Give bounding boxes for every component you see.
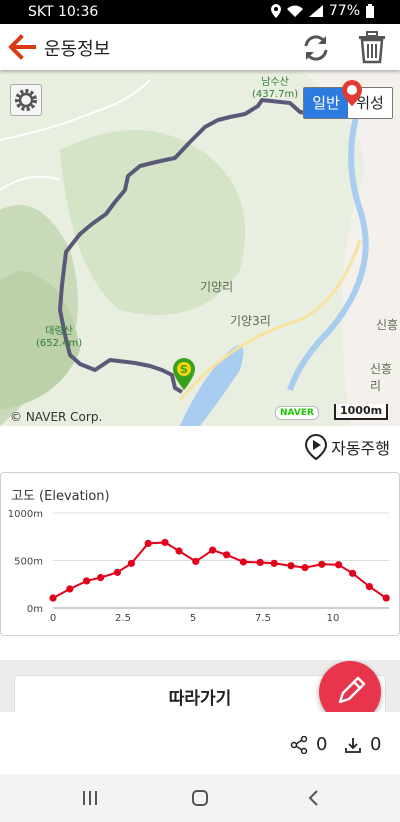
elevation-point [161, 538, 169, 547]
peak-height: (652.4m) [36, 338, 83, 349]
wifi-icon [286, 5, 303, 17]
elevation-point [382, 594, 390, 602]
map-background [0, 70, 400, 426]
x-tick-label: 10 [327, 613, 340, 624]
start-marker-icon[interactable]: S [172, 358, 196, 390]
elevation-point [335, 561, 343, 569]
y-tick-label: 0m [27, 604, 43, 615]
place-label-giyangri: 기양리 [200, 280, 234, 294]
nav-back-icon[interactable] [304, 788, 324, 808]
download-icon [345, 737, 361, 753]
route-map[interactable]: 일반 위성 남수산 (437.7m) 대령산 (652.4m) 기양리 기양3리… [0, 70, 400, 426]
y-tick-label: 1000m [8, 509, 43, 520]
elevation-point [239, 558, 247, 566]
place-label-giyang3ri: 기양3리 [230, 314, 271, 328]
location-icon [270, 4, 281, 18]
elevation-point [318, 560, 326, 568]
trash-icon[interactable] [356, 30, 388, 64]
system-nav-bar [0, 774, 400, 822]
elevation-panel: 고도 (Elevation) 0m 500m 1000m 0 2.5 5 7.5 10 [0, 472, 400, 636]
peak-name: 남수산 [261, 77, 289, 88]
share-icon [290, 735, 308, 754]
page-title: 운동정보 [44, 39, 111, 60]
peak-label-namsu: 남수산 (437.7m) [252, 77, 298, 101]
share-button[interactable]: 0 [290, 734, 327, 755]
status-bar: SKT 10:36 77% [0, 0, 400, 24]
battery-percent: 77% [328, 3, 360, 19]
place-label-sinheungri: 신흥리 [370, 362, 393, 393]
elevation-point [97, 574, 105, 582]
x-tick-label: 0 [50, 613, 56, 624]
elevation-point [175, 547, 183, 555]
y-tick-label: 500m [14, 557, 43, 568]
carrier-time: SKT 10:36 [28, 4, 99, 20]
elevation-point [192, 557, 200, 566]
x-tick-label: 7.5 [255, 613, 271, 624]
download-count: 0 [370, 734, 382, 755]
elevation-point [66, 585, 74, 593]
auto-drive-label: 자동주행 [331, 439, 390, 458]
share-count: 0 [316, 734, 328, 755]
elevation-point [349, 569, 357, 577]
action-bar: 0 0 [0, 712, 400, 774]
app-bar: 운동정보 [0, 24, 400, 70]
auto-drive-button[interactable]: 자동주행 [305, 434, 390, 460]
elevation-point [365, 583, 373, 591]
elevation-point [49, 594, 57, 602]
peak-name: 대령산 [45, 326, 73, 337]
start-marker-label: S [180, 363, 188, 376]
refresh-icon[interactable] [300, 32, 332, 64]
play-pin-icon [305, 434, 328, 460]
elevation-point [209, 546, 217, 554]
elevation-point [287, 562, 295, 570]
elevation-line [52, 541, 387, 599]
elevation-point [223, 551, 231, 559]
elevation-point [256, 558, 264, 566]
elevation-point [301, 564, 309, 572]
chart-title: 고도 (Elevation) [11, 489, 110, 504]
peak-label-daeryeong: 대령산 (652.4m) [36, 326, 82, 350]
x-tick-label: 5 [190, 613, 196, 624]
elevation-point [270, 559, 278, 567]
elevation-point [83, 577, 91, 585]
download-button[interactable]: 0 [344, 734, 381, 755]
naver-badge: NAVER [275, 406, 319, 420]
gear-icon [15, 89, 37, 111]
map-copyright: © NAVER Corp. [10, 410, 103, 424]
signal-icon [308, 5, 323, 17]
arrow-left-icon[interactable] [8, 34, 38, 60]
home-icon[interactable] [190, 788, 210, 808]
status-icons: 77% [270, 3, 374, 19]
elevation-point [113, 568, 121, 576]
end-marker-icon[interactable] [341, 80, 363, 106]
map-scale: 1000m [334, 404, 389, 420]
elevation-point [144, 539, 152, 547]
place-label-sinheung: 신흥 [376, 318, 399, 332]
map-settings-button[interactable] [10, 84, 42, 116]
battery-icon [366, 4, 374, 18]
elevation-point [127, 559, 135, 567]
peak-height: (437.7m) [252, 89, 299, 100]
recent-apps-icon[interactable] [80, 788, 100, 808]
x-tick-label: 2.5 [115, 613, 131, 624]
